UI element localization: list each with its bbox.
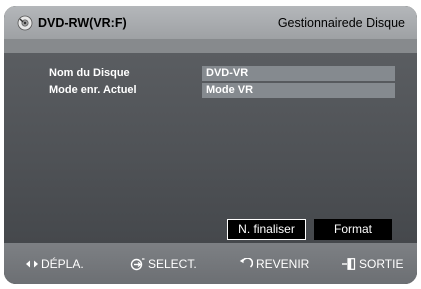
- return-icon: [239, 258, 253, 268]
- info-panel: Nom du Disque DVD-VR Mode enr. Actuel Mo…: [4, 53, 417, 243]
- footer-back-hint: REVENIR: [239, 255, 309, 273]
- disc-name-value: DVD-VR: [202, 66, 395, 81]
- header-bar: DVD-RW(VR:F) Gestionnairede Disque: [4, 6, 417, 39]
- footer-help-bar: DÉPLA. SELECT. REVENIR SORTIE: [4, 243, 417, 284]
- footer-select-hint: SELECT.: [130, 255, 197, 273]
- footer-select-label: SELECT.: [148, 257, 197, 271]
- enter-icon: [130, 257, 145, 270]
- footer-move-label: DÉPLA.: [41, 257, 84, 271]
- record-mode-value: Mode VR: [202, 83, 395, 98]
- footer-move-hint: DÉPLA.: [26, 255, 84, 273]
- footer-exit-hint: SORTIE: [342, 255, 403, 273]
- record-mode-label: Mode enr. Actuel: [49, 84, 137, 96]
- disc-type-label: DVD-RW(VR:F): [38, 16, 127, 30]
- disc-icon: [17, 15, 33, 31]
- disc-manager-screen: DVD-RW(VR:F) Gestionnairede Disque Nom d…: [4, 6, 417, 284]
- format-button[interactable]: Format: [314, 219, 392, 240]
- footer-back-label: REVENIR: [256, 257, 310, 271]
- unfinalize-button[interactable]: N. finaliser: [227, 219, 306, 240]
- disc-name-label: Nom du Disque: [49, 67, 130, 79]
- left-right-arrows-icon: [26, 260, 38, 268]
- page-title: Gestionnairede Disque: [277, 16, 405, 30]
- footer-exit-label: SORTIE: [359, 257, 404, 271]
- exit-icon: [342, 258, 356, 270]
- sub-header-strip: [4, 39, 417, 53]
